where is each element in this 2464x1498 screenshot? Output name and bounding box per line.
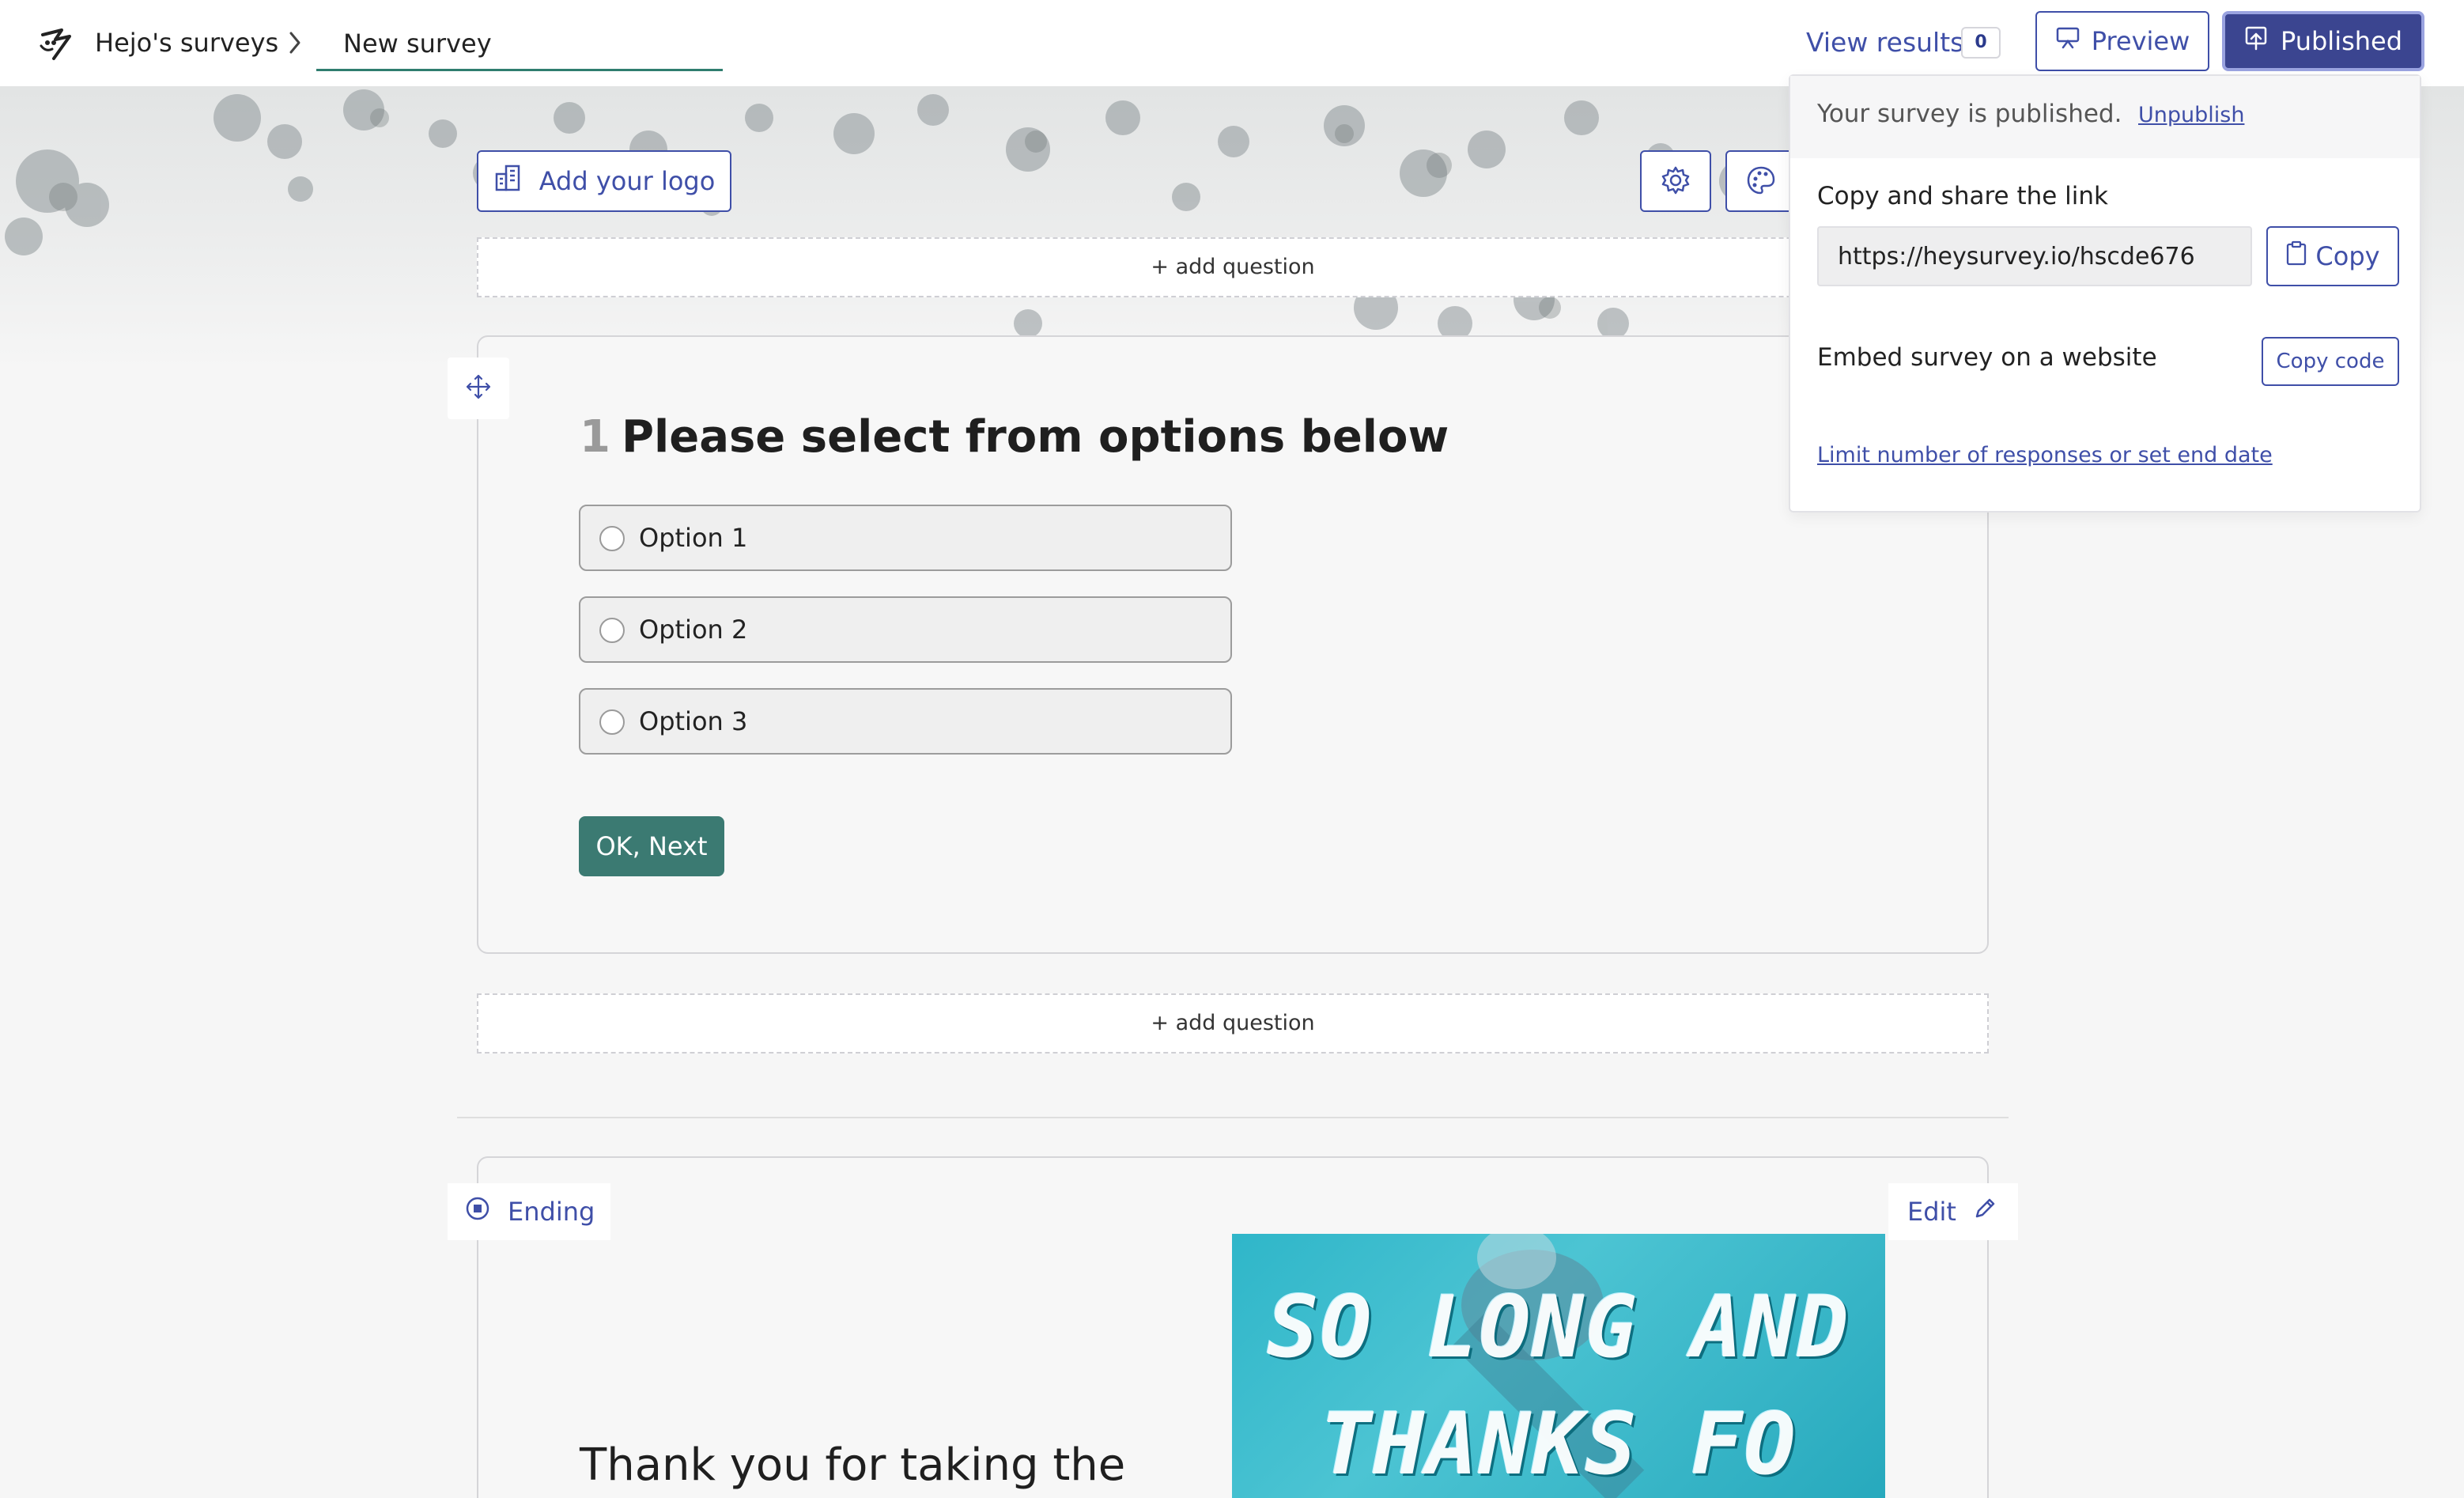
chevron-right-icon	[288, 30, 304, 55]
presentation-icon	[2055, 25, 2080, 57]
option-2[interactable]: Option 2	[579, 596, 1232, 663]
option-label: Option 2	[639, 615, 748, 645]
radio-icon	[599, 526, 625, 551]
upload-icon	[2244, 25, 2268, 57]
pencil-icon	[1972, 1196, 1997, 1228]
palette-icon	[1745, 165, 1777, 199]
view-results-link[interactable]: View results	[1806, 22, 1963, 63]
breadcrumb-surveys-link[interactable]: Hejo's surveys	[95, 24, 278, 62]
survey-title-input[interactable]	[316, 17, 723, 71]
published-button-label: Published	[2280, 26, 2403, 56]
ending-message[interactable]: Thank you for taking the	[580, 1439, 1125, 1491]
share-link-field[interactable]	[1817, 226, 2252, 286]
results-count-badge: 0	[1961, 27, 2001, 59]
add-logo-button[interactable]: Add your logo	[477, 150, 731, 212]
publish-status-bar: Your survey is published. Unpublish	[1790, 76, 2420, 158]
clipboard-icon	[2285, 240, 2307, 272]
limit-responses-link[interactable]: Limit number of responses or set end dat…	[1817, 443, 2273, 467]
radio-dot-icon	[465, 1196, 490, 1228]
option-1[interactable]: Option 1	[579, 505, 1232, 571]
ok-next-button[interactable]: OK, Next	[579, 816, 724, 876]
radio-icon	[599, 618, 625, 643]
copy-label: Copy	[2315, 241, 2380, 271]
hejo-logo-icon[interactable]	[38, 24, 76, 65]
edit-label: Edit	[1907, 1197, 1956, 1227]
publish-dropdown: Your survey is published. Unpublish Copy…	[1789, 74, 2421, 513]
question-number: 1	[580, 411, 610, 463]
edit-ending-button[interactable]: Edit	[1888, 1183, 2018, 1240]
top-bar: Hejo's surveys View results 0 Preview Pu…	[0, 0, 2464, 86]
question-title[interactable]: 1 Please select from options below	[580, 411, 1449, 463]
published-button[interactable]: Published	[2222, 11, 2424, 71]
radio-icon	[599, 709, 625, 735]
settings-button[interactable]	[1640, 150, 1711, 212]
option-3[interactable]: Option 3	[579, 688, 1232, 755]
building-icon	[493, 163, 523, 199]
unpublish-link[interactable]: Unpublish	[2138, 103, 2244, 127]
add-logo-label: Add your logo	[539, 166, 716, 196]
image-caption-line2: THANKS FO	[1320, 1395, 1797, 1494]
embed-heading: Embed survey on a website	[1817, 343, 2157, 372]
publish-status-text: Your survey is published.	[1817, 100, 2122, 128]
option-label: Option 1	[639, 523, 748, 553]
add-question-button-top[interactable]: + add question	[477, 237, 1989, 297]
ending-tag-label: Ending	[508, 1197, 595, 1227]
add-question-button-bottom[interactable]: + add question	[477, 993, 1989, 1054]
section-divider	[457, 1117, 2009, 1118]
share-link-heading: Copy and share the link	[1817, 182, 2109, 210]
option-label: Option 3	[639, 706, 748, 736]
ending-image: SO LONG AND THANKS FO	[1232, 1234, 1885, 1498]
image-caption-line1: SO LONG AND	[1267, 1278, 1850, 1377]
question-title-text: Please select from options below	[621, 411, 1449, 463]
gear-icon	[1660, 165, 1691, 199]
drag-handle[interactable]	[448, 357, 509, 419]
move-arrows-icon	[465, 373, 492, 403]
copy-code-button[interactable]: Copy code	[2262, 337, 2399, 386]
ending-tag: Ending	[448, 1183, 610, 1240]
preview-button-label: Preview	[2091, 26, 2190, 56]
preview-button[interactable]: Preview	[2035, 11, 2209, 71]
copy-link-button[interactable]: Copy	[2266, 226, 2399, 286]
theme-button[interactable]	[1725, 150, 1797, 212]
